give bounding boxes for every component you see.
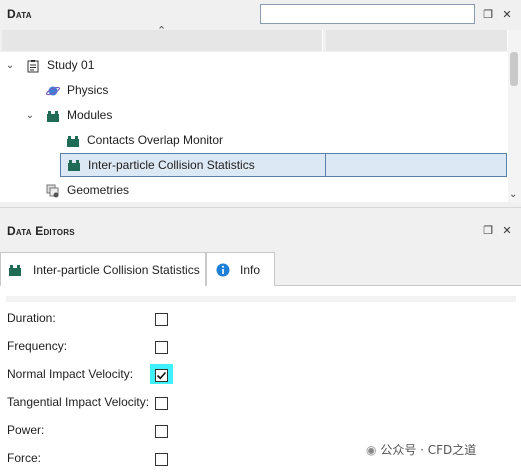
tab-label: Inter-particle Collision Statistics xyxy=(33,263,200,277)
geometries-icon xyxy=(46,184,59,198)
property-label: Duration: xyxy=(7,311,56,325)
sort-ascending-icon: ⌃ xyxy=(157,25,167,37)
tree-item-label: Inter-particle Collision Statistics xyxy=(88,158,255,172)
column-header-value[interactable] xyxy=(326,30,508,51)
property-label: Tangential Impact Velocity: xyxy=(7,395,150,409)
data-search-input[interactable] xyxy=(260,4,475,24)
tab-inter-particle-collision-statistics[interactable]: Inter-particle Collision Statistics xyxy=(0,252,206,286)
scrollbar-thumb[interactable] xyxy=(510,52,518,86)
tree-item-modules[interactable]: ⌄ Modules xyxy=(0,103,508,128)
column-header-name[interactable]: ⌃ xyxy=(2,25,323,51)
module-icon xyxy=(9,265,21,276)
data-panel-title: Data xyxy=(7,7,32,21)
tangential-impact-velocity-checkbox[interactable] xyxy=(155,397,168,410)
close-icon[interactable]: ✕ xyxy=(500,8,514,22)
tree-item-inter-particle-collision-statistics[interactable]: Inter-particle Collision Statistics xyxy=(60,153,507,177)
restore-icon[interactable]: ❐ xyxy=(481,224,495,238)
tree-item-label: Modules xyxy=(67,108,113,122)
module-icon xyxy=(47,111,59,122)
tree-item-contacts-overlap-monitor[interactable]: Contacts Overlap Monitor xyxy=(0,128,508,153)
expand-chevron-icon[interactable]: ⌄ xyxy=(4,53,16,78)
property-label: Frequency: xyxy=(7,339,68,353)
expand-chevron-icon[interactable]: ⌄ xyxy=(24,103,36,128)
tree-item-label: Geometries xyxy=(67,183,130,197)
close-icon[interactable]: ✕ xyxy=(500,224,514,238)
tree-item-label: Physics xyxy=(67,83,109,97)
data-tree: ⌄ Study 01 Physics ⌄ Modules Contacts Ov… xyxy=(0,52,508,202)
tree-item-label: Study 01 xyxy=(47,58,95,72)
frequency-checkbox[interactable] xyxy=(155,341,168,354)
property-label: Normal Impact Velocity: xyxy=(7,367,134,381)
watermark: ◉ 公众号 · CFD之道 xyxy=(366,440,516,460)
tree-item-label: Contacts Overlap Monitor xyxy=(87,133,224,147)
power-checkbox[interactable] xyxy=(155,425,168,438)
tree-item-study[interactable]: ⌄ Study 01 xyxy=(0,53,508,78)
wechat-icon: ◉ xyxy=(366,443,377,457)
tab-label: Info xyxy=(240,263,261,277)
property-label: Force: xyxy=(7,451,42,465)
scroll-down-icon[interactable]: ⌄ xyxy=(509,189,517,200)
watermark-text: 公众号 · CFD之道 xyxy=(380,443,477,457)
clipboard-icon xyxy=(27,60,39,73)
tab-info[interactable]: Info xyxy=(206,252,275,286)
tree-item-physics[interactable]: Physics xyxy=(0,78,508,103)
tree-item-geometries[interactable]: Geometries xyxy=(0,178,508,203)
module-icon xyxy=(67,136,79,147)
restore-icon[interactable]: ❐ xyxy=(481,8,495,22)
normal-impact-velocity-checkbox[interactable] xyxy=(155,369,168,382)
column-divider xyxy=(325,154,326,176)
module-icon xyxy=(68,160,80,171)
info-icon xyxy=(216,263,230,277)
checkmark-icon xyxy=(156,371,167,380)
panel-divider xyxy=(0,207,521,208)
property-label: Power: xyxy=(7,423,45,437)
planet-icon xyxy=(46,86,60,96)
duration-checkbox[interactable] xyxy=(155,313,168,326)
force-checkbox[interactable] xyxy=(155,453,168,466)
group-separator xyxy=(6,296,516,302)
data-editors-title: Data Editors xyxy=(7,224,75,238)
